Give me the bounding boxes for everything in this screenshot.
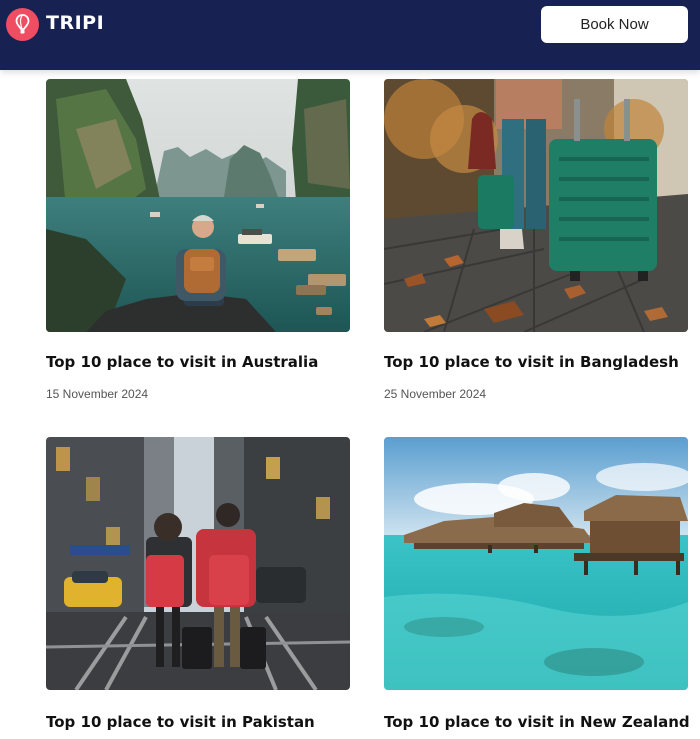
logo-text[interactable]: TRIPI [46, 12, 104, 34]
post-image-bay[interactable] [46, 79, 350, 332]
post-image-street[interactable] [384, 79, 688, 332]
post-image-city[interactable] [46, 437, 350, 690]
post-date: 25 November 2024 [384, 387, 487, 401]
post-card[interactable]: Top 10 place to visit in New Zealand [384, 437, 690, 731]
post-card[interactable]: Top 10 place to visit in Pakistan [46, 437, 350, 731]
post-date: 15 November 2024 [46, 387, 149, 401]
post-card[interactable]: Top 10 place to visit in Australia 15 No… [46, 79, 350, 401]
post-card[interactable]: Top 10 place to visit in Bangladesh 25 N… [384, 79, 688, 401]
post-title[interactable]: Top 10 place to visit in Bangladesh [384, 353, 679, 371]
post-title[interactable]: Top 10 place to visit in Pakistan [46, 713, 315, 731]
post-image-bungalows[interactable] [384, 437, 688, 690]
top-navbar: TRIPI Book Now [0, 0, 700, 70]
hot-air-balloon-icon[interactable] [6, 8, 39, 41]
post-title[interactable]: Top 10 place to visit in Australia [46, 353, 318, 371]
post-title[interactable]: Top 10 place to visit in New Zealand [384, 713, 690, 731]
book-now-button[interactable]: Book Now [541, 6, 688, 43]
